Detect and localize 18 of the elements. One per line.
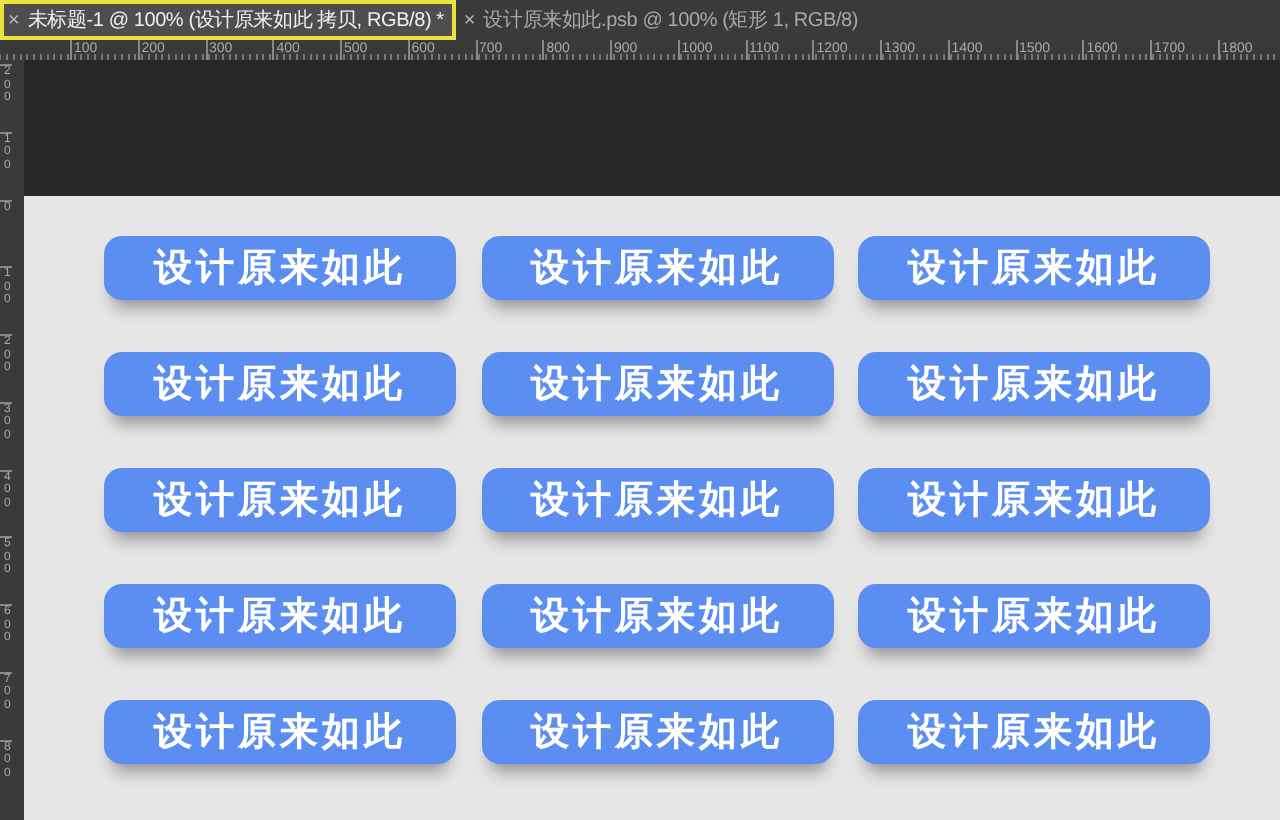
- close-icon[interactable]: ×: [8, 9, 20, 31]
- label-button[interactable]: 设计原来如此: [481, 700, 833, 764]
- document-tab[interactable]: × 未标题-1 @ 100% (设计原来如此 拷贝, RGB/8) *: [0, 0, 456, 40]
- label-button[interactable]: 设计原来如此: [481, 468, 833, 532]
- label-button[interactable]: 设计原来如此: [104, 468, 456, 532]
- label-button[interactable]: 设计原来如此: [104, 584, 456, 648]
- label-button[interactable]: 设计原来如此: [858, 468, 1210, 532]
- label-button[interactable]: 设计原来如此: [481, 236, 833, 300]
- label-button[interactable]: 设计原来如此: [104, 700, 456, 764]
- label-button[interactable]: 设计原来如此: [858, 700, 1210, 764]
- close-icon[interactable]: ×: [463, 9, 476, 31]
- label-button[interactable]: 设计原来如此: [858, 584, 1210, 648]
- label-button[interactable]: 设计原来如此: [858, 352, 1210, 416]
- label-button[interactable]: 设计原来如此: [858, 236, 1210, 300]
- label-button[interactable]: 设计原来如此: [104, 236, 456, 300]
- label-button[interactable]: 设计原来如此: [481, 352, 833, 416]
- label-button[interactable]: 设计原来如此: [481, 584, 833, 648]
- label-button[interactable]: 设计原来如此: [104, 352, 456, 416]
